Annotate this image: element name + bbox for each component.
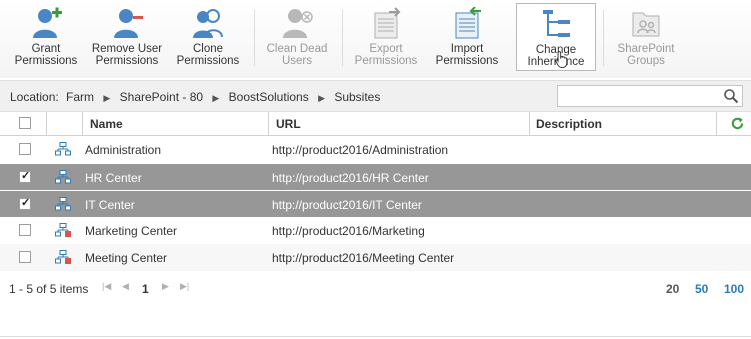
- column-divider: [82, 112, 83, 136]
- refresh-icon[interactable]: [730, 116, 745, 131]
- column-header-name[interactable]: Name: [90, 117, 123, 131]
- row-name: HR Center: [85, 171, 142, 185]
- previous-page-icon[interactable]: ◀: [122, 281, 129, 292]
- column-divider: [46, 112, 47, 136]
- clean-dead-users-icon: [283, 9, 313, 38]
- row-name: Marketing Center: [85, 224, 178, 238]
- breadcrumb: Location: Farm ▶ SharePoint - 80 ▶ Boost…: [10, 90, 380, 104]
- row-name: Meeting Center: [85, 251, 168, 265]
- breadcrumb-item-sharepoint-80[interactable]: SharePoint - 80: [120, 90, 203, 104]
- remove-user-icon: [114, 9, 143, 38]
- select-all-checkbox[interactable]: [19, 117, 31, 129]
- next-page-icon[interactable]: ▶: [162, 281, 169, 292]
- site-broken-inheritance-icon: [55, 223, 71, 237]
- grid-header: Name URL Description: [0, 112, 751, 136]
- row-url: http://product2016/Meeting Center: [272, 251, 455, 265]
- hand-cursor-icon: [555, 51, 568, 68]
- row-url: http://product2016/Marketing: [272, 224, 425, 238]
- pager-info: 1 - 5 of 5 items: [9, 282, 89, 296]
- column-divider: [529, 112, 530, 136]
- site-broken-inheritance-icon: [55, 250, 71, 264]
- column-divider: [268, 112, 269, 136]
- chevron-right-icon: ▶: [212, 93, 220, 103]
- export-permissions-button[interactable]: Export Permissions: [350, 3, 422, 71]
- breadcrumb-item-farm[interactable]: Farm: [66, 90, 94, 104]
- page-size-100[interactable]: 100: [724, 282, 744, 296]
- row-checkbox[interactable]: [19, 169, 31, 183]
- divider: [0, 336, 751, 337]
- sharepoint-groups-button[interactable]: SharePoint Groups: [610, 3, 682, 71]
- chevron-right-icon: ▶: [318, 93, 325, 103]
- table-row[interactable]: Administration http://product2016/Admini…: [0, 136, 751, 163]
- subsites-grid: Name URL Description Administration http…: [0, 112, 751, 271]
- page-size-50[interactable]: 50: [695, 282, 708, 296]
- table-row[interactable]: IT Center http://product2016/IT Center: [0, 190, 751, 217]
- change-inheritance-icon: [543, 10, 570, 37]
- remove-user-permissions-button[interactable]: Remove User Permissions: [90, 3, 164, 71]
- search-box: [557, 85, 743, 107]
- import-permissions-button[interactable]: Import Permissions: [431, 3, 503, 71]
- table-row[interactable]: HR Center http://product2016/HR Center: [0, 163, 751, 190]
- first-page-icon[interactable]: |◀: [102, 281, 111, 292]
- column-header-description[interactable]: Description: [536, 117, 602, 131]
- ribbon-separator: [603, 10, 604, 66]
- import-icon: [455, 7, 481, 39]
- clone-permissions-button[interactable]: Clone Permissions: [172, 3, 244, 71]
- site-icon: [55, 170, 71, 184]
- column-header-url[interactable]: URL: [276, 117, 301, 131]
- grant-user-icon: [33, 7, 62, 38]
- sharepoint-groups-icon: [632, 12, 660, 37]
- column-divider: [716, 112, 717, 136]
- search-icon[interactable]: [723, 88, 739, 104]
- location-label: Location:: [10, 90, 59, 104]
- change-inheritance-button[interactable]: ChangeInheritance: [516, 3, 596, 71]
- pager: 1 - 5 of 5 items |◀ ◀ 1 ▶ ▶| 20 50 100: [0, 276, 751, 300]
- ribbon-separator: [342, 10, 343, 66]
- last-page-icon[interactable]: ▶|: [180, 281, 189, 292]
- table-row[interactable]: Meeting Center http://product2016/Meetin…: [0, 244, 751, 271]
- page-size-20[interactable]: 20: [666, 282, 679, 296]
- export-icon: [374, 7, 401, 39]
- location-bar: Location: Farm ▶ SharePoint - 80 ▶ Boost…: [0, 80, 751, 112]
- breadcrumb-item-subsites[interactable]: Subsites: [334, 90, 380, 104]
- row-checkbox[interactable]: [19, 196, 31, 210]
- search-input[interactable]: [558, 86, 718, 106]
- current-page[interactable]: 1: [142, 282, 149, 296]
- breadcrumb-item-boostsolutions[interactable]: BoostSolutions: [229, 90, 309, 104]
- grant-permissions-button[interactable]: Grant Permissions: [10, 3, 82, 71]
- row-name: Administration: [85, 143, 162, 157]
- ribbon-separator: [254, 10, 255, 66]
- row-checkbox[interactable]: [19, 251, 31, 263]
- row-checkbox[interactable]: [19, 143, 31, 155]
- row-url: http://product2016/IT Center: [272, 198, 422, 212]
- table-row[interactable]: Marketing Center http://product2016/Mark…: [0, 217, 751, 244]
- ribbon-toolbar: Grant Permissions Remove User Permissions …: [0, 0, 751, 78]
- clone-user-icon: [193, 9, 223, 38]
- row-url: http://product2016/HR Center: [272, 171, 429, 185]
- row-url: http://product2016/Administration: [272, 143, 449, 157]
- chevron-right-icon: ▶: [103, 93, 111, 103]
- row-name: IT Center: [85, 198, 135, 212]
- clean-dead-users-button[interactable]: Clean Dead Users: [262, 3, 332, 71]
- site-icon: [55, 197, 71, 211]
- site-icon: [55, 142, 71, 156]
- row-checkbox[interactable]: [19, 224, 31, 236]
